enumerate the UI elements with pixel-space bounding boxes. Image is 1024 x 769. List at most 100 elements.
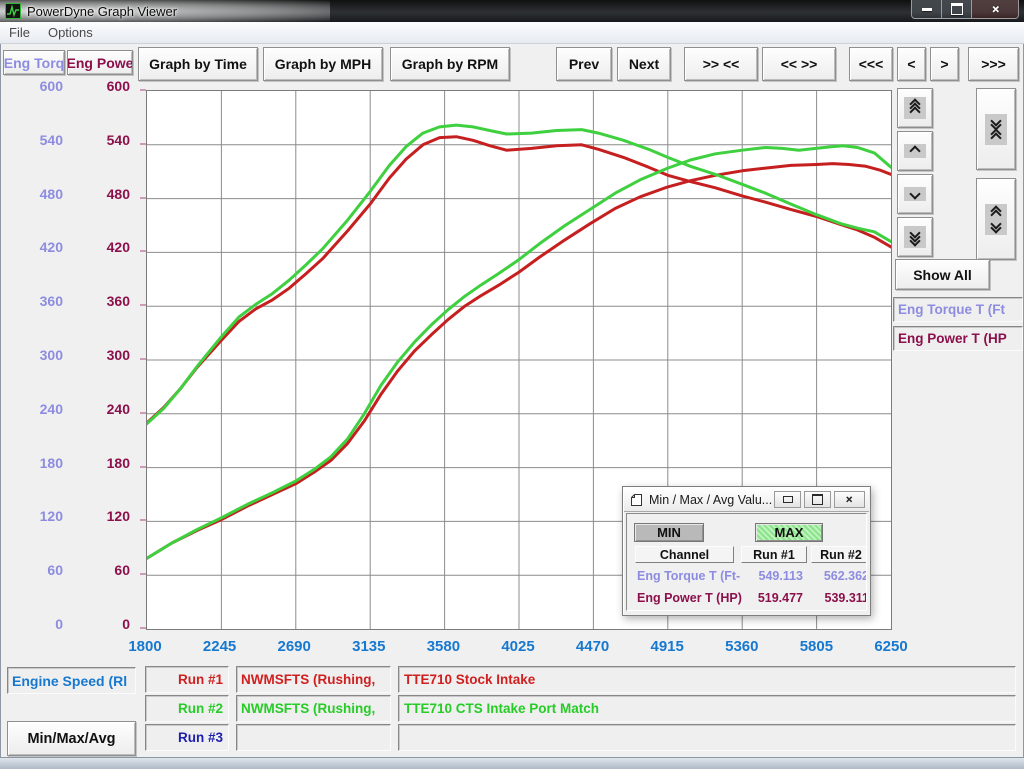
minmax-run2-value: 562.362 bbox=[809, 569, 867, 583]
minimize-icon bbox=[922, 8, 932, 11]
x-label: 4470 bbox=[556, 638, 630, 655]
y-label-torque: 300 bbox=[3, 347, 63, 364]
scroll-down-button[interactable] bbox=[897, 174, 933, 214]
minmax-panel: MIN MAX Channel Run #1 Run #2 Eng Torque… bbox=[626, 513, 867, 611]
x-label: 3135 bbox=[332, 638, 406, 655]
menubar: File Options bbox=[0, 22, 1024, 44]
maximize-icon bbox=[812, 494, 823, 505]
x-channel-button[interactable]: Engine Speed (Rl bbox=[7, 667, 136, 694]
close-icon: + bbox=[987, 1, 1004, 18]
y-label-power: 60 bbox=[70, 562, 130, 579]
close-icon: + bbox=[842, 492, 857, 507]
triple-down-chevron-icon bbox=[904, 226, 926, 248]
maximize-icon bbox=[951, 3, 963, 15]
x-label: 2690 bbox=[257, 638, 331, 655]
scroll-far-left-button[interactable]: <<< bbox=[849, 47, 893, 81]
tab-eng-power[interactable]: Eng Powe bbox=[67, 50, 133, 75]
y-label-torque: 240 bbox=[3, 401, 63, 418]
run-description-field-2: TTE710 CTS Intake Port Match bbox=[398, 695, 1016, 722]
expand-scale-button[interactable] bbox=[976, 178, 1016, 260]
minmax-close-button[interactable]: + bbox=[834, 491, 865, 508]
scroll-full-down-button[interactable] bbox=[897, 217, 933, 257]
show-all-button[interactable]: Show All bbox=[895, 259, 990, 290]
minmax-window-titlebar[interactable]: Min / Max / Avg Valu... + bbox=[624, 488, 869, 512]
legend-eng-torque[interactable]: Eng Torque T (Ft bbox=[893, 297, 1023, 322]
window-title: PowerDyne Graph Viewer bbox=[27, 4, 177, 19]
run-label-1[interactable]: Run #1 bbox=[145, 666, 229, 693]
minmax-run2-value: 539.311 bbox=[809, 591, 867, 605]
minmax-maximize-button[interactable] bbox=[804, 491, 831, 508]
minmax-run1-value: 519.477 bbox=[741, 591, 803, 605]
window-controls: + bbox=[911, 0, 1019, 18]
minmax-window-controls: + bbox=[771, 491, 865, 508]
minmax-run1-value: 549.113 bbox=[741, 569, 803, 583]
y-label-power: 600 bbox=[70, 78, 130, 95]
run-description-field-3 bbox=[398, 724, 1016, 751]
run-label-2[interactable]: Run #2 bbox=[145, 695, 229, 722]
minmax-channel-name: Eng Torque T (Ft- bbox=[637, 569, 740, 583]
prev-button[interactable]: Prev bbox=[556, 47, 612, 81]
compress-scale-button[interactable] bbox=[976, 88, 1016, 170]
scroll-full-up-button[interactable] bbox=[897, 88, 933, 128]
run-description-field-1: TTE710 Stock Intake bbox=[398, 666, 1016, 693]
zoom-in-button[interactable]: >> << bbox=[684, 47, 758, 81]
y-label-power: 420 bbox=[70, 239, 130, 256]
y-label-power: 240 bbox=[70, 401, 130, 418]
graph-by-time-button[interactable]: Graph by Time bbox=[138, 47, 258, 81]
min-toggle-button[interactable]: MIN bbox=[634, 523, 704, 542]
scroll-far-right-button[interactable]: >>> bbox=[968, 47, 1019, 81]
x-label: 3580 bbox=[406, 638, 480, 655]
close-button[interactable]: + bbox=[972, 0, 1019, 19]
y-label-torque: 480 bbox=[3, 186, 63, 203]
maximize-button[interactable] bbox=[941, 0, 972, 19]
minmax-window-title: Min / Max / Avg Valu... bbox=[649, 493, 772, 507]
y-label-power: 300 bbox=[70, 347, 130, 364]
legend-eng-power[interactable]: Eng Power T (HP bbox=[893, 326, 1023, 351]
run-label-3[interactable]: Run #3 bbox=[145, 724, 229, 751]
zoom-out-button[interactable]: << >> bbox=[762, 47, 836, 81]
x-label: 1800 bbox=[108, 638, 182, 655]
run-operator-field-3 bbox=[236, 724, 391, 751]
x-label: 2245 bbox=[183, 638, 257, 655]
minmaxavg-button[interactable]: Min/Max/Avg bbox=[7, 721, 136, 756]
down-chevron-icon bbox=[904, 187, 926, 201]
menu-item-file[interactable]: File bbox=[0, 25, 39, 40]
compress-icon bbox=[985, 114, 1007, 145]
max-toggle-button[interactable]: MAX bbox=[755, 523, 823, 542]
y-label-power: 360 bbox=[70, 293, 130, 310]
x-label: 5805 bbox=[779, 638, 853, 655]
column-header-run1: Run #1 bbox=[741, 546, 807, 563]
y-label-power: 180 bbox=[70, 455, 130, 472]
graph-by-mph-button[interactable]: Graph by MPH bbox=[263, 47, 383, 81]
minmax-window: Min / Max / Avg Valu... + MIN MAX Channe… bbox=[622, 486, 871, 616]
minimize-icon bbox=[783, 496, 793, 503]
titlebar[interactable]: PowerDyne Graph Viewer + bbox=[0, 0, 1024, 22]
y-label-power: 0 bbox=[70, 616, 130, 633]
next-button[interactable]: Next bbox=[617, 47, 671, 81]
y-label-power: 540 bbox=[70, 132, 130, 149]
form-icon bbox=[630, 493, 643, 507]
up-chevron-icon bbox=[904, 144, 926, 158]
graph-by-rpm-button[interactable]: Graph by RPM bbox=[390, 47, 510, 81]
window-frame-bottom bbox=[0, 757, 1024, 769]
scroll-right-button[interactable]: > bbox=[930, 47, 959, 81]
y-label-torque: 0 bbox=[3, 616, 63, 633]
run-operator-field-2: NWMSFTS (Rushing, bbox=[236, 695, 391, 722]
tab-eng-torque[interactable]: Eng Torq bbox=[3, 50, 65, 75]
y-label-torque: 180 bbox=[3, 455, 63, 472]
minimize-button[interactable] bbox=[911, 0, 941, 19]
y-label-torque: 360 bbox=[3, 293, 63, 310]
scroll-left-button[interactable]: < bbox=[897, 47, 926, 81]
x-label: 6250 bbox=[854, 638, 928, 655]
y-label-torque: 540 bbox=[3, 132, 63, 149]
run-operator-field-1: NWMSFTS (Rushing, bbox=[236, 666, 391, 693]
y-label-torque: 60 bbox=[3, 562, 63, 579]
menu-item-options[interactable]: Options bbox=[39, 25, 102, 40]
minmax-minimize-button[interactable] bbox=[774, 491, 801, 508]
scroll-up-button[interactable] bbox=[897, 131, 933, 171]
app-icon bbox=[5, 3, 21, 19]
x-label: 4915 bbox=[630, 638, 704, 655]
column-header-channel: Channel bbox=[635, 546, 734, 563]
minmax-channel-name: Eng Power T (HP) bbox=[637, 591, 742, 605]
x-label: 5360 bbox=[705, 638, 779, 655]
